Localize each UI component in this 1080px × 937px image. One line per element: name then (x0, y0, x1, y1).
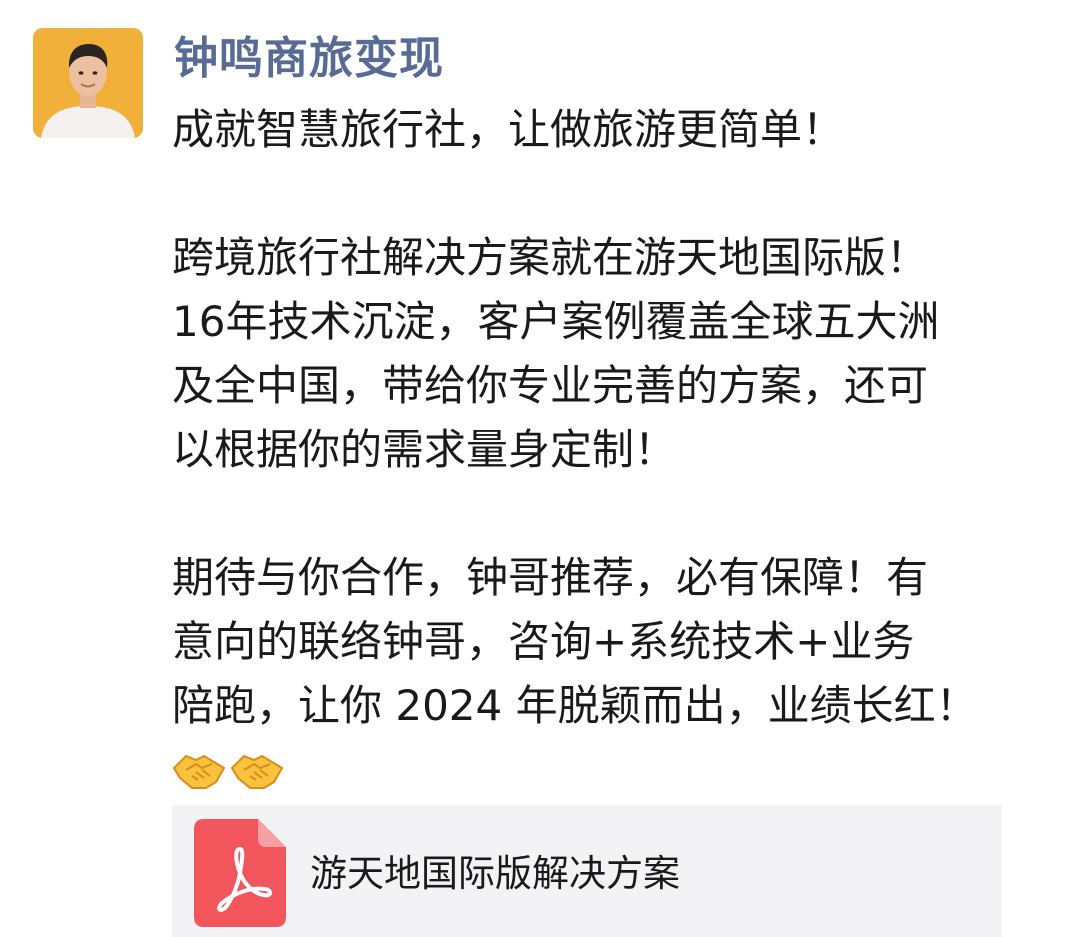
paragraph-line: 期待与你合作，钟哥推荐，必有保障！有 (172, 553, 929, 602)
moment-post: 钟鸣商旅变现 成就智慧旅行社，让做旅游更简单！ 跨境旅行社解决方案就在游天地国际… (0, 0, 1080, 937)
paragraph-line: 16年技术沉淀，客户案例覆盖全球五大洲 (172, 297, 940, 346)
pdf-file-icon (194, 819, 286, 927)
person-photo-icon (33, 28, 143, 138)
post-content: 成就智慧旅行社，让做旅游更简单！ 跨境旅行社解决方案就在游天地国际版！ 16年技… (172, 98, 1052, 796)
paragraph-line: 成就智慧旅行社，让做旅游更简单！ (172, 105, 845, 154)
emoji-row (172, 738, 1052, 796)
avatar[interactable] (33, 28, 143, 138)
paragraph-line: 以根据你的需求量身定制！ (172, 425, 677, 474)
author-name[interactable]: 钟鸣商旅变现 (174, 28, 444, 90)
handshake-icon (172, 744, 226, 796)
paragraph-line: 及全中国，带给你专业完善的方案，还可 (172, 361, 929, 410)
paragraph-line: 意向的联络钟哥，咨询+系统技术+业务 (172, 617, 915, 666)
file-attachment[interactable]: 游天地国际版解决方案 (172, 805, 1002, 937)
handshake-icon (230, 744, 284, 796)
attachment-file-name: 游天地国际版解决方案 (310, 852, 680, 895)
paragraph-line: 陪跑，让你 2024 年脱颖而出，业绩长红！ (172, 681, 978, 730)
paragraph-line: 跨境旅行社解决方案就在游天地国际版！ (172, 233, 929, 282)
